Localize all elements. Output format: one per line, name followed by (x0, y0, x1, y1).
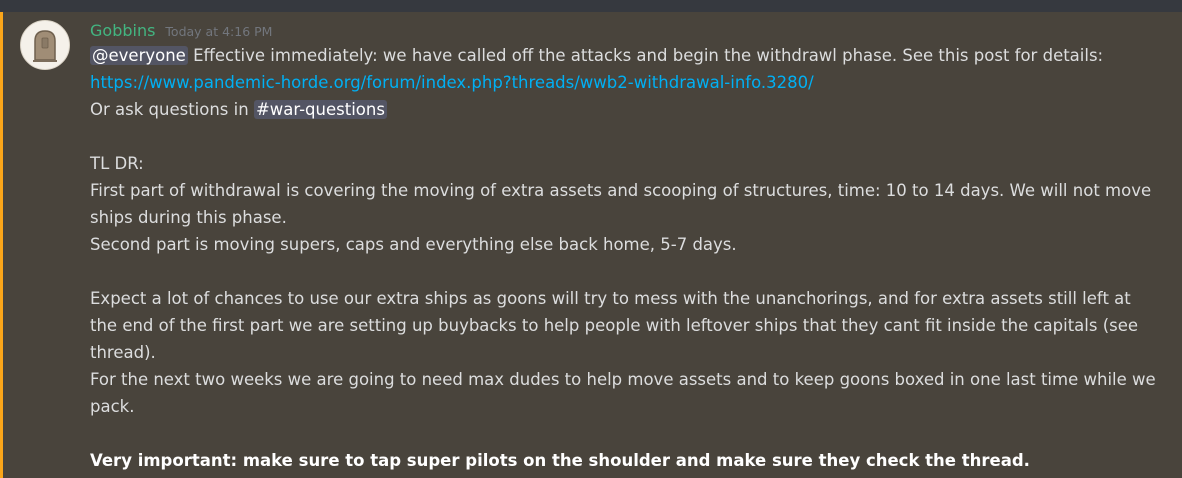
body-line: Second part is moving supers, caps and e… (90, 235, 737, 254)
body-line: First part of withdrawal is covering the… (90, 181, 1152, 200)
announcement-text: Effective immediately: we have called of… (187, 46, 1104, 65)
top-bar (0, 0, 1182, 12)
body-line: thread). (90, 343, 156, 362)
timestamp: Today at 4:16 PM (165, 24, 273, 39)
body-line: https://www.pandemic-horde.org/forum/ind… (90, 69, 1170, 96)
tldr-heading: TL DR: (90, 154, 144, 173)
body-line: For the next two weeks we are going to n… (90, 370, 1156, 389)
channel-mention[interactable]: #war-questions (253, 100, 387, 119)
important-note: Very important: make sure to tap super p… (90, 451, 1030, 470)
message-header: Gobbins Today at 4:16 PM (90, 20, 1170, 42)
body-line: Expect a lot of chances to use our extra… (90, 289, 1131, 308)
everyone-mention[interactable]: @everyone (90, 46, 188, 65)
body-line: Or ask questions in #war-questions (90, 96, 1170, 123)
ask-prefix: Or ask questions in (90, 100, 254, 119)
tombstone-avatar-icon (33, 30, 57, 62)
body-line: the end of the first part we are setting… (90, 316, 1139, 335)
body-line: pack. (90, 397, 135, 416)
chat-message[interactable]: Gobbins Today at 4:16 PM @everyone Effec… (0, 12, 1182, 478)
message-body: @everyone Effective immediately: we have… (90, 42, 1170, 474)
body-line: @everyone Effective immediately: we have… (90, 42, 1170, 69)
username[interactable]: Gobbins (90, 20, 155, 42)
avatar[interactable] (20, 20, 70, 70)
body-line: ships during this phase. (90, 208, 287, 227)
forum-link[interactable]: https://www.pandemic-horde.org/forum/ind… (90, 73, 814, 92)
message-content: Gobbins Today at 4:16 PM @everyone Effec… (90, 20, 1170, 474)
